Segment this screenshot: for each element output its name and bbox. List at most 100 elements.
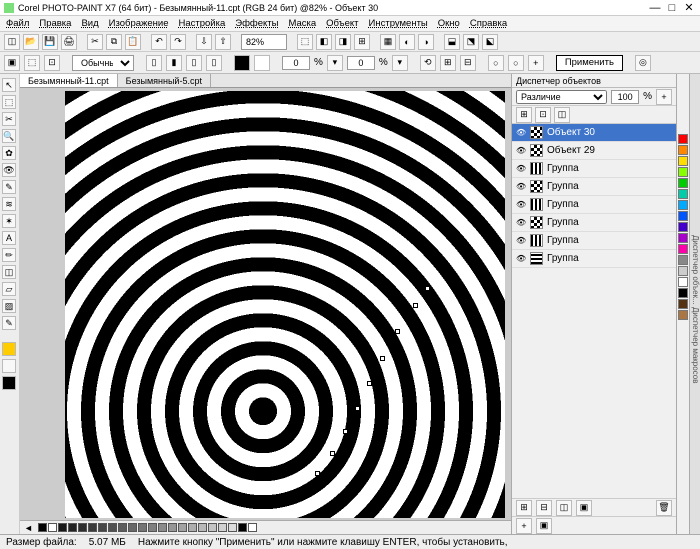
- color-swatch[interactable]: [678, 299, 688, 309]
- bw-swatch[interactable]: [218, 523, 227, 532]
- p-a[interactable]: ⟲: [420, 55, 436, 71]
- import-button[interactable]: ⇩: [196, 34, 212, 50]
- p-b[interactable]: ⊞: [440, 55, 456, 71]
- color-swatch[interactable]: [678, 244, 688, 254]
- color-swatch[interactable]: [678, 145, 688, 155]
- redo-button[interactable]: ↷: [170, 34, 186, 50]
- save-button[interactable]: 💾: [42, 34, 58, 50]
- tool-e[interactable]: ▦: [380, 34, 396, 50]
- layer-row[interactable]: 👁Группа: [512, 250, 676, 268]
- menu-Настройка[interactable]: Настройка: [178, 18, 225, 29]
- opacity-spin[interactable]: +: [656, 89, 672, 105]
- layer-row[interactable]: 👁Группа: [512, 178, 676, 196]
- pt-2[interactable]: ⊡: [535, 107, 551, 123]
- p-g[interactable]: ◎: [635, 55, 651, 71]
- prop-3[interactable]: ⊡: [44, 55, 60, 71]
- doc-tab[interactable]: Безымянный-5.cpt: [118, 74, 211, 87]
- minimize-button[interactable]: —: [648, 2, 662, 14]
- paste-button[interactable]: 📋: [125, 34, 141, 50]
- new-button[interactable]: ◫: [4, 34, 20, 50]
- menu-Правка[interactable]: Правка: [39, 18, 71, 29]
- liq-tool[interactable]: ≋: [2, 197, 16, 211]
- bw-swatch[interactable]: [168, 523, 177, 532]
- apply-button[interactable]: Применить: [556, 55, 623, 71]
- pb-5[interactable]: +: [516, 518, 532, 534]
- color-swatch[interactable]: [678, 255, 688, 265]
- color-swatch[interactable]: [678, 134, 688, 144]
- print-button[interactable]: 🖨: [61, 34, 77, 50]
- visibility-icon[interactable]: 👁: [516, 182, 526, 191]
- p-d[interactable]: ○: [488, 55, 504, 71]
- layer-row[interactable]: 👁Группа: [512, 214, 676, 232]
- color-bg[interactable]: [254, 55, 270, 71]
- visibility-icon[interactable]: 👁: [516, 164, 526, 173]
- zoom-tool[interactable]: 🔍: [2, 129, 16, 143]
- maximize-button[interactable]: □: [665, 2, 679, 14]
- pb-6[interactable]: ▣: [536, 518, 552, 534]
- bw-swatch[interactable]: [58, 523, 67, 532]
- visibility-icon[interactable]: 👁: [516, 254, 526, 263]
- bw-swatch[interactable]: [138, 523, 147, 532]
- color-swatch[interactable]: [678, 310, 688, 320]
- bw-swatch[interactable]: [148, 523, 157, 532]
- menu-Инструменты[interactable]: Инструменты: [369, 18, 428, 29]
- color-swatch[interactable]: [678, 222, 688, 232]
- tool-f[interactable]: ◐: [399, 34, 415, 50]
- palette-scroll-left[interactable]: ◄: [24, 523, 33, 533]
- bw-swatch[interactable]: [128, 523, 137, 532]
- merge-mode-combo[interactable]: Различие: [516, 90, 607, 104]
- pt-3[interactable]: ◫: [554, 107, 570, 123]
- layer-row[interactable]: 👁Группа: [512, 160, 676, 178]
- tool-c[interactable]: ◨: [335, 34, 351, 50]
- trash-icon[interactable]: 🗑: [656, 500, 672, 516]
- prop-1[interactable]: ▣: [4, 55, 20, 71]
- layer-row[interactable]: 👁Группа: [512, 196, 676, 214]
- mode-combo[interactable]: Обычны...: [72, 55, 134, 71]
- effect-tool[interactable]: ✶: [2, 214, 16, 228]
- align-r[interactable]: ▯: [186, 55, 202, 71]
- menu-Окно[interactable]: Окно: [438, 18, 460, 29]
- bw-swatch[interactable]: [238, 523, 247, 532]
- align-j[interactable]: ▯: [206, 55, 222, 71]
- crop-tool[interactable]: ✂: [2, 112, 16, 126]
- open-button[interactable]: 📂: [23, 34, 39, 50]
- visibility-icon[interactable]: 👁: [516, 218, 526, 227]
- swatch-bg[interactable]: [2, 359, 16, 373]
- menu-Изображение[interactable]: Изображение: [109, 18, 169, 29]
- tool-h[interactable]: ⬓: [444, 34, 460, 50]
- drop-tool[interactable]: ▱: [2, 282, 16, 296]
- color-swatch[interactable]: [678, 277, 688, 287]
- bw-swatch[interactable]: [198, 523, 207, 532]
- bw-swatch[interactable]: [178, 523, 187, 532]
- eyedrop-tool[interactable]: ✎: [2, 316, 16, 330]
- prop-2[interactable]: ⬚: [24, 55, 40, 71]
- mask-tool[interactable]: ⬚: [2, 95, 16, 109]
- bw-swatch[interactable]: [158, 523, 167, 532]
- tool-a[interactable]: ⬚: [297, 34, 313, 50]
- bw-swatch[interactable]: [228, 523, 237, 532]
- bw-swatch[interactable]: [208, 523, 217, 532]
- tool-g[interactable]: ◑: [418, 34, 434, 50]
- tool-i[interactable]: ⬔: [463, 34, 479, 50]
- bw-swatch[interactable]: [78, 523, 87, 532]
- menu-Эффекты[interactable]: Эффекты: [235, 18, 278, 29]
- bw-swatch[interactable]: [118, 523, 127, 532]
- align-l[interactable]: ▯: [146, 55, 162, 71]
- visibility-icon[interactable]: 👁: [516, 236, 526, 245]
- undo-button[interactable]: ↶: [151, 34, 167, 50]
- copy-button[interactable]: ⧉: [106, 34, 122, 50]
- color-swatch[interactable]: [678, 189, 688, 199]
- p-e[interactable]: ○: [508, 55, 524, 71]
- touch-tool[interactable]: ✎: [2, 180, 16, 194]
- spin1[interactable]: ▾: [327, 55, 343, 71]
- color-swatch[interactable]: [678, 288, 688, 298]
- merge-opacity[interactable]: [611, 90, 639, 104]
- fill-tool[interactable]: ▨: [2, 299, 16, 313]
- color-fg[interactable]: [234, 55, 250, 71]
- text-tool[interactable]: A: [2, 231, 16, 245]
- canvas-area[interactable]: [20, 88, 511, 520]
- menu-Вид[interactable]: Вид: [81, 18, 98, 29]
- tool-b[interactable]: ◧: [316, 34, 332, 50]
- pick-tool[interactable]: ↖: [2, 78, 16, 92]
- close-button[interactable]: ✕: [682, 2, 696, 14]
